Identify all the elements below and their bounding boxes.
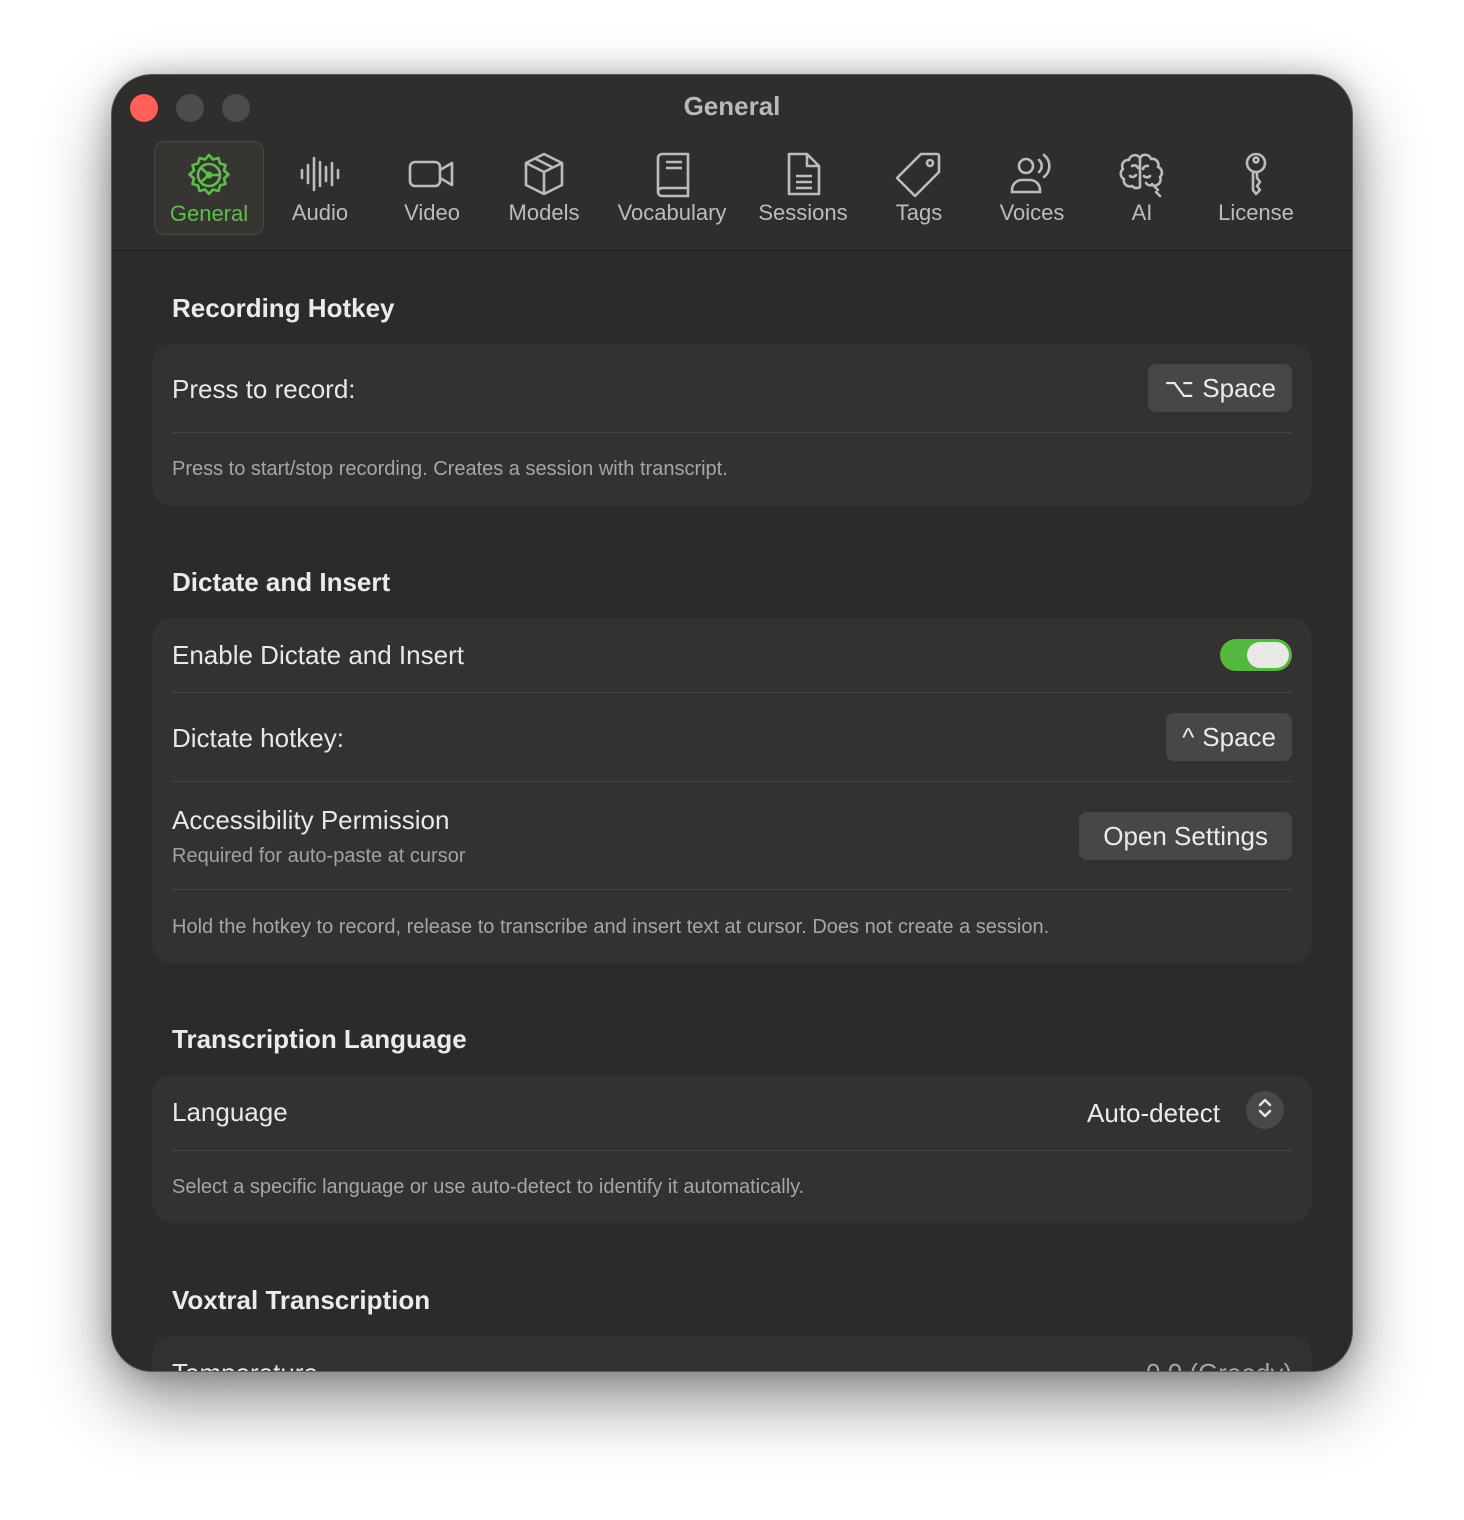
press-to-record-label: Press to record: bbox=[172, 374, 356, 404]
toolbar: General General Audio Video Models Vocab… bbox=[112, 75, 1352, 251]
tab-voices-label: Voices bbox=[999, 200, 1065, 225]
tab-ai[interactable]: AI bbox=[1108, 141, 1176, 233]
dictate-heading: Dictate and Insert bbox=[172, 567, 391, 597]
divider bbox=[172, 781, 1292, 782]
language-select-value[interactable]: Auto-detect bbox=[1087, 1098, 1220, 1129]
recording-hotkey-card: Press to record: ⌥ Space Press to start/… bbox=[152, 344, 1312, 506]
settings-window: General General Audio Video Models Vocab… bbox=[112, 75, 1352, 1371]
tab-audio-label: Audio bbox=[291, 200, 349, 225]
divider bbox=[172, 889, 1292, 890]
book-icon bbox=[646, 148, 698, 200]
temperature-label: Temperature bbox=[172, 1358, 318, 1371]
toggle-knob bbox=[1247, 642, 1289, 668]
divider bbox=[172, 1150, 1292, 1151]
language-card: Language Auto-detect Select a specific l… bbox=[152, 1075, 1312, 1223]
recording-hotkey-heading: Recording Hotkey bbox=[172, 293, 395, 323]
chevron-up-down-icon bbox=[1255, 1096, 1275, 1125]
dictate-card: Enable Dictate and Insert Dictate hotkey… bbox=[152, 618, 1312, 963]
language-note: Select a specific language or use auto-d… bbox=[172, 1176, 805, 1198]
video-camera-icon bbox=[406, 148, 458, 200]
tab-vocabulary[interactable]: Vocabulary bbox=[612, 141, 732, 233]
person-speaking-icon bbox=[1006, 148, 1058, 200]
tab-models-label: Models bbox=[508, 200, 580, 225]
tab-models[interactable]: Models bbox=[502, 141, 586, 233]
enable-dictate-label: Enable Dictate and Insert bbox=[172, 640, 464, 670]
window-title: General bbox=[683, 91, 781, 121]
tab-sessions[interactable]: Sessions bbox=[752, 141, 854, 233]
cube-icon bbox=[518, 148, 570, 200]
tab-sessions-label: Sessions bbox=[758, 200, 848, 225]
language-label: Language bbox=[172, 1097, 288, 1127]
brain-icon bbox=[1116, 148, 1168, 200]
control-key-symbol: ^ bbox=[1182, 721, 1195, 752]
accessibility-permission-subtitle: Required for auto-paste at cursor bbox=[172, 845, 466, 867]
tab-vocabulary-label: Vocabulary bbox=[617, 200, 727, 225]
tab-video-label: Video bbox=[404, 200, 460, 225]
recording-hotkey-note: Press to start/stop recording. Creates a… bbox=[172, 458, 728, 480]
tab-general[interactable]: General bbox=[154, 141, 264, 235]
divider bbox=[172, 692, 1292, 693]
language-heading: Transcription Language bbox=[172, 1024, 467, 1054]
voxtral-heading: Voxtral Transcription bbox=[172, 1285, 431, 1315]
tab-video[interactable]: Video bbox=[392, 141, 472, 233]
record-hotkey-key: Space bbox=[1202, 372, 1276, 403]
tab-general-label: General bbox=[169, 201, 249, 226]
language-select-stepper[interactable] bbox=[1246, 1091, 1284, 1129]
dictate-hotkey-label: Dictate hotkey: bbox=[172, 723, 344, 753]
key-icon bbox=[1230, 148, 1282, 200]
gear-icon bbox=[183, 149, 235, 201]
enable-dictate-toggle[interactable] bbox=[1220, 639, 1292, 671]
record-hotkey-button[interactable]: ⌥ Space bbox=[1148, 364, 1292, 412]
tab-license-label: License bbox=[1218, 200, 1294, 225]
waveform-icon bbox=[294, 148, 346, 200]
option-key-symbol: ⌥ bbox=[1164, 372, 1195, 403]
divider bbox=[172, 432, 1292, 433]
open-settings-button[interactable]: Open Settings bbox=[1079, 812, 1292, 860]
tab-license[interactable]: License bbox=[1208, 141, 1304, 233]
voxtral-card: Temperature 0.0 (Greedy) bbox=[152, 1336, 1312, 1371]
tab-tags[interactable]: Tags bbox=[882, 141, 956, 233]
tag-icon bbox=[893, 148, 945, 200]
tab-audio[interactable]: Audio bbox=[280, 141, 360, 233]
temperature-value: 0.0 (Greedy) bbox=[1146, 1358, 1292, 1371]
tab-tags-label: Tags bbox=[895, 200, 943, 225]
document-icon bbox=[777, 148, 829, 200]
accessibility-permission-label: Accessibility Permission bbox=[172, 805, 450, 835]
dictate-hotkey-button[interactable]: ^ Space bbox=[1166, 713, 1292, 761]
dictate-note: Hold the hotkey to record, release to tr… bbox=[172, 916, 1050, 938]
dictate-hotkey-key: Space bbox=[1202, 721, 1276, 752]
tab-ai-label: AI bbox=[1131, 200, 1153, 225]
tab-voices[interactable]: Voices bbox=[988, 141, 1076, 233]
